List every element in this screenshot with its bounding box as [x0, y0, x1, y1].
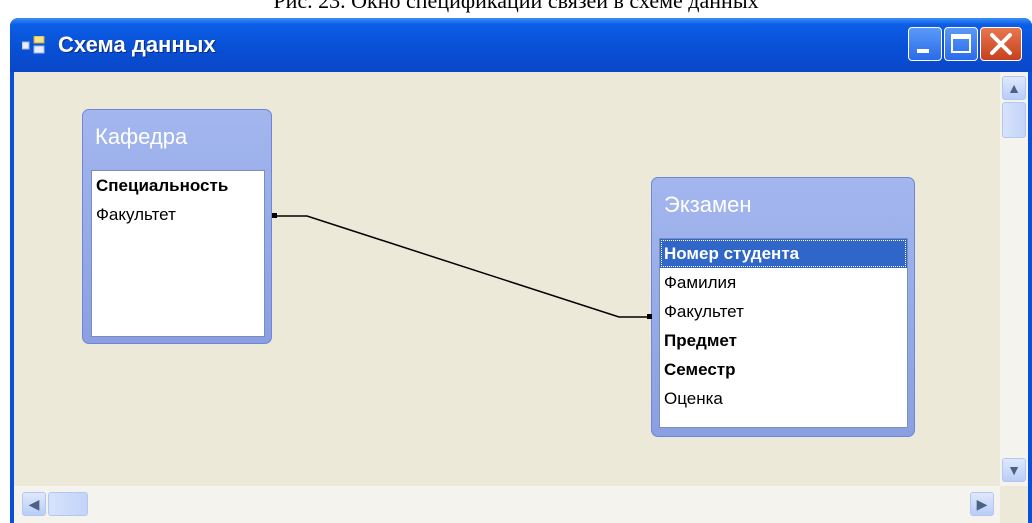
arrow-right-icon: ▶: [976, 496, 988, 512]
minimize-button[interactable]: [908, 27, 942, 61]
title-bar[interactable]: Схема данных: [10, 18, 1032, 72]
relationships-window: Схема данных Кафедра Специальность Факул…: [10, 18, 1032, 523]
horizontal-scroll-thumb[interactable]: [48, 492, 88, 516]
minimize-icon: [917, 49, 929, 53]
scroll-left-button[interactable]: ◀: [22, 492, 46, 516]
window-title: Схема данных: [58, 32, 216, 57]
scroll-down-button[interactable]: ▼: [1002, 458, 1026, 482]
schema-canvas[interactable]: Кафедра Специальность Факультет Экзамен …: [14, 72, 1028, 523]
scroll-right-button[interactable]: ▶: [970, 492, 994, 516]
horizontal-scrollbar[interactable]: ◀ ▶: [14, 486, 1000, 523]
close-icon: [990, 33, 1012, 55]
scroll-up-button[interactable]: ▲: [1002, 76, 1026, 100]
arrow-up-icon: ▲: [1007, 80, 1021, 96]
figure-caption: Рис. 23. Окно спецификации связей в схем…: [273, 0, 759, 13]
maximize-icon: [951, 34, 971, 53]
close-button[interactable]: [980, 27, 1022, 61]
arrow-down-icon: ▼: [1007, 462, 1021, 478]
maximize-button[interactable]: [944, 27, 978, 61]
vertical-scroll-thumb[interactable]: [1002, 102, 1026, 138]
arrow-left-icon: ◀: [28, 496, 40, 512]
relationship-line[interactable]: [14, 72, 1004, 486]
relationships-icon: [22, 36, 45, 54]
vertical-scrollbar[interactable]: ▲ ▼: [1000, 72, 1028, 486]
